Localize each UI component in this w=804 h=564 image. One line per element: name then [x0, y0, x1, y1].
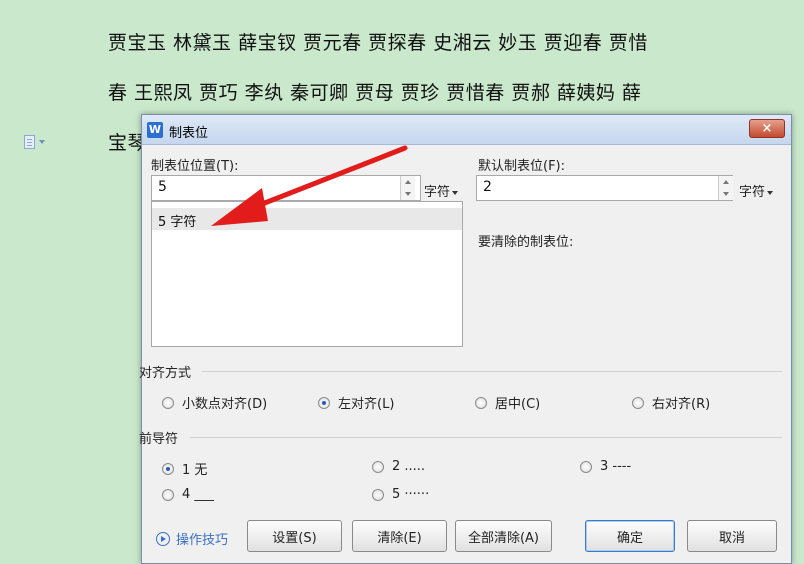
radio-icon: [162, 396, 174, 409]
page-icon: [24, 135, 35, 149]
leader-underline-label: 4 ___: [182, 487, 214, 502]
align-left-label: 左对齐(L): [338, 397, 395, 412]
tabs-to-clear-label: 要清除的制表位:: [478, 235, 574, 250]
leader-group-label: 前导符: [139, 432, 179, 447]
align-right-radio[interactable]: 右对齐(R): [632, 393, 710, 412]
default-tab-input[interactable]: 2: [476, 175, 733, 201]
leader-underline-radio[interactable]: 4 ___: [162, 487, 214, 502]
tab-position-spinner[interactable]: [400, 176, 415, 200]
align-decimal-label: 小数点对齐(D): [182, 397, 268, 412]
close-button[interactable]: ×: [749, 119, 785, 138]
document-text-line-1: 贾宝玉 林黛玉 薛宝钗 贾元春 贾探春 史湘云 妙玉 贾迎春 贾惜: [108, 32, 648, 54]
default-tab-label: 默认制表位(F):: [478, 159, 566, 174]
tab-positions-list[interactable]: 5 字符: [151, 201, 463, 347]
default-tab-spinner[interactable]: [718, 176, 733, 200]
leader-none-radio[interactable]: 1 无: [162, 459, 207, 478]
alignment-divider: [202, 371, 782, 372]
paragraph-layout-icon[interactable]: [24, 134, 62, 150]
dialog-title: 制表位: [169, 126, 209, 141]
chevron-down-icon: [452, 190, 459, 195]
radio-icon: [372, 488, 384, 501]
leader-divider: [190, 437, 782, 438]
tab-position-unit-dropdown[interactable]: 字符: [424, 181, 459, 200]
list-item[interactable]: 5 字符: [152, 208, 462, 230]
tab-position-label: 制表位位置(T):: [151, 159, 239, 174]
radio-icon: [475, 396, 487, 409]
leader-none-label: 1 无: [182, 463, 208, 478]
spin-up-icon[interactable]: [401, 176, 415, 188]
tab-position-input[interactable]: 5: [151, 175, 421, 201]
align-decimal-radio[interactable]: 小数点对齐(D): [162, 393, 267, 412]
chevron-down-icon: [39, 140, 45, 144]
align-center-radio[interactable]: 居中(C): [475, 393, 540, 412]
tab-stops-dialog: W 制表位 × 制表位位置(T): 5 字符 5 字符 默认制表位(F): 2 …: [139, 114, 792, 564]
leader-middots-radio[interactable]: 5 ······: [372, 487, 429, 502]
spin-up-icon[interactable]: [719, 176, 733, 188]
set-button[interactable]: 设置(S): [247, 520, 342, 552]
radio-icon: [632, 396, 644, 409]
radio-selected-icon: [162, 462, 174, 475]
tips-link[interactable]: 操作技巧: [156, 529, 228, 548]
leader-dots-radio[interactable]: 2 .....: [372, 459, 425, 474]
clear-all-button[interactable]: 全部清除(A): [455, 520, 552, 552]
radio-selected-icon: [318, 396, 330, 409]
default-tab-unit-dropdown[interactable]: 字符: [739, 181, 774, 200]
leader-dashes-label: 3 ----: [600, 459, 632, 474]
wps-app-icon: W: [147, 122, 163, 138]
align-right-label: 右对齐(R): [652, 397, 711, 412]
radio-icon: [162, 488, 174, 501]
clear-button[interactable]: 清除(E): [352, 520, 447, 552]
alignment-group-label: 对齐方式: [139, 366, 192, 381]
spin-down-icon[interactable]: [401, 188, 415, 200]
chevron-down-icon: [767, 190, 774, 195]
play-circle-icon: [156, 531, 170, 546]
dialog-titlebar: W 制表位 ×: [142, 115, 791, 145]
spin-down-icon[interactable]: [719, 188, 733, 200]
leader-dots-label: 2 .....: [392, 459, 426, 474]
radio-icon: [580, 460, 592, 473]
tab-position-unit-label: 字符: [424, 185, 451, 200]
align-center-label: 居中(C): [495, 397, 541, 412]
leader-middots-label: 5 ······: [392, 487, 430, 502]
align-left-radio[interactable]: 左对齐(L): [318, 393, 394, 412]
radio-icon: [372, 460, 384, 473]
cancel-button[interactable]: 取消: [687, 520, 777, 552]
tips-link-label: 操作技巧: [176, 533, 229, 548]
ok-button[interactable]: 确定: [585, 520, 675, 552]
document-text-line-2: 春 王熙凤 贾巧 李纨 秦可卿 贾母 贾珍 贾惜春 贾郝 薛姨妈 薛: [108, 82, 642, 104]
default-tab-unit-label: 字符: [739, 185, 766, 200]
leader-dashes-radio[interactable]: 3 ----: [580, 459, 631, 474]
